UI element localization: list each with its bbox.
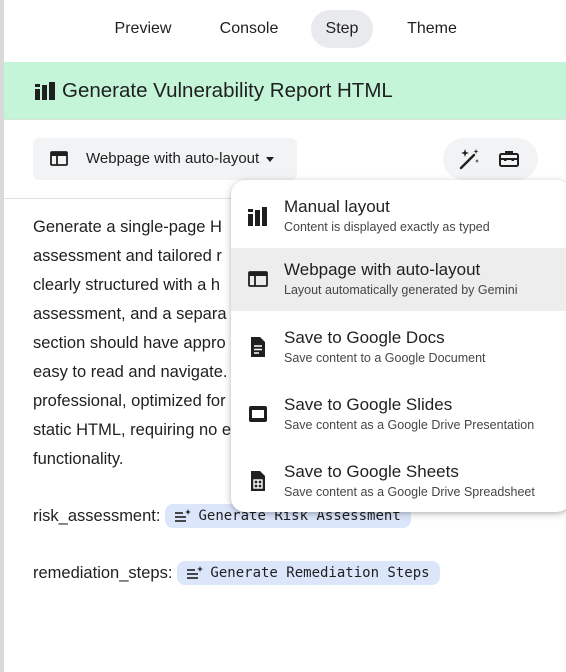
tab-theme[interactable]: Theme [394, 10, 470, 48]
webpage-icon [248, 271, 268, 287]
chip-label: Generate Remediation Steps [210, 565, 430, 581]
page-title: Generate Vulnerability Report HTML [62, 79, 393, 102]
menu-item-subtitle: Content is displayed exactly as typed [284, 220, 490, 234]
step-header: Generate Vulnerability Report HTML [4, 62, 566, 120]
menu-item-save-to-docs[interactable]: Save to Google Docs Save content to a Go… [231, 316, 566, 379]
menu-item-subtitle: Save content as a Google Drive Spreadshe… [284, 485, 535, 499]
menu-item-title: Manual layout [284, 197, 390, 216]
layout-dropdown-menu: Manual layout Content is displayed exact… [231, 180, 566, 512]
param-label: risk_assessment: [33, 506, 161, 525]
sheets-icon [251, 471, 265, 491]
toolbox-icon[interactable] [497, 147, 521, 171]
docs-icon [251, 337, 265, 357]
menu-item-title: Save to Google Sheets [284, 462, 459, 481]
slides-icon [249, 406, 267, 422]
tab-console[interactable]: Console [208, 10, 290, 48]
tab-preview[interactable]: Preview [103, 10, 183, 48]
menu-item-subtitle: Save content as a Google Drive Presentat… [284, 418, 535, 432]
layout-select-value: Webpage with auto-layout [86, 150, 260, 167]
menu-item-title: Save to Google Docs [284, 328, 445, 347]
menu-item-subtitle: Save content to a Google Document [284, 351, 486, 365]
step-reference-chip[interactable]: Generate Remediation Steps [177, 561, 440, 585]
webpage-icon [50, 151, 68, 166]
menu-item-manual-layout[interactable]: Manual layout Content is displayed exact… [231, 185, 566, 248]
menu-item-title: Save to Google Slides [284, 395, 453, 414]
menu-item-subtitle: Layout automatically generated by Gemini [284, 283, 518, 297]
menu-item-save-to-sheets[interactable]: Save to Google Sheets Save content as a … [231, 450, 566, 512]
tab-step[interactable]: Step [311, 10, 373, 48]
menu-item-webpage-auto-layout[interactable]: Webpage with auto-layout Layout automati… [231, 248, 566, 311]
generate-list-icon [187, 566, 204, 579]
layout-select[interactable]: Webpage with auto-layout [33, 138, 297, 180]
menu-item-title: Webpage with auto-layout [284, 260, 481, 279]
magic-wand-icon[interactable] [457, 147, 481, 171]
layout-blocks-icon [35, 82, 55, 100]
generate-list-icon [175, 509, 192, 522]
top-tabs: Preview Console Step Theme [0, 10, 566, 48]
manual-layout-icon [248, 207, 267, 226]
param-remediation-steps: remediation_steps: Generate Remediation … [33, 561, 440, 585]
param-label: remediation_steps: [33, 563, 173, 582]
chevron-down-icon [266, 157, 274, 162]
menu-item-save-to-slides[interactable]: Save to Google Slides Save content as a … [231, 383, 566, 446]
tool-buttons [443, 138, 538, 180]
